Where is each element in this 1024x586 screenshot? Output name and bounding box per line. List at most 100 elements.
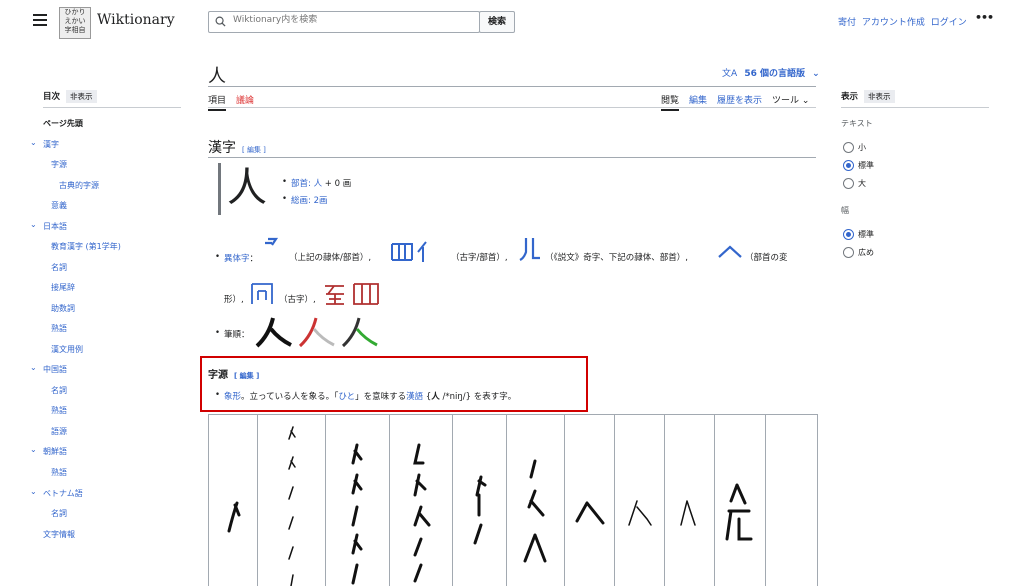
chevron-down-icon[interactable]: ⌄: [30, 487, 37, 496]
stroke-order-label: 筆順：: [215, 328, 249, 340]
section-title: 漢字: [208, 140, 236, 156]
text-size-heading: テキスト: [841, 119, 873, 128]
toc-item[interactable]: 熟語: [51, 405, 67, 416]
toc-item[interactable]: ⌄ 日本語: [30, 220, 67, 232]
width-standard-radio[interactable]: [843, 229, 854, 240]
donate-link[interactable]: 寄付: [838, 18, 856, 28]
strokes-info: 総画: 2画: [282, 194, 328, 206]
section-divider: [208, 157, 816, 158]
page-title: 人: [208, 66, 226, 87]
strokes-link[interactable]: 2画: [314, 196, 328, 206]
translate-icon: 文A: [722, 69, 738, 79]
toc-item[interactable]: 熟語: [51, 467, 67, 478]
etymology-heading: 字源 [ 編集 ]: [208, 366, 259, 381]
variant-line2-start: 形）,: [224, 295, 244, 305]
toc-item[interactable]: ⌄ ベトナム語: [30, 487, 83, 499]
chevron-down-icon[interactable]: ⌄: [30, 445, 37, 454]
variant-glyph-3[interactable]: [518, 236, 542, 266]
chevron-down-icon[interactable]: ⌄: [30, 138, 37, 147]
radical-rest: + 0 画: [322, 179, 352, 189]
etymology-edit-link[interactable]: [ 編集 ]: [234, 372, 259, 380]
display-divider: [841, 107, 989, 108]
toc-item[interactable]: 名詞: [51, 385, 67, 396]
strokes-label-link[interactable]: 総画:: [291, 196, 314, 206]
toc-item[interactable]: 接尾辞: [51, 282, 75, 293]
login-link[interactable]: ログイン: [931, 18, 967, 28]
toc-divider: [43, 107, 181, 108]
variants-label: 異体字：: [215, 252, 258, 264]
tab-article[interactable]: 項目: [208, 93, 227, 111]
variant-glyph-2[interactable]: [390, 240, 440, 266]
radical-link[interactable]: 人: [314, 179, 323, 189]
width-heading: 幅: [841, 206, 849, 215]
toc-item[interactable]: 名詞: [51, 508, 67, 519]
radical-label-link[interactable]: 部首:: [291, 179, 314, 189]
stroke-order-image: [255, 315, 380, 353]
variant-note-2: （古字/部首）,: [451, 253, 508, 263]
toc-item[interactable]: 名詞: [51, 262, 67, 273]
edit-section-link[interactable]: [ 編集 ]: [242, 146, 266, 154]
chevron-down-icon[interactable]: ⌄: [30, 220, 37, 229]
variant-note-4: （部首の変: [745, 253, 788, 263]
tab-tools[interactable]: ツール ⌄: [772, 93, 809, 106]
search-button[interactable]: 検索: [479, 11, 515, 33]
etymology-title: 字源: [208, 370, 228, 381]
ancient-forms-table: [208, 414, 818, 586]
text-size-small-radio[interactable]: [843, 142, 854, 153]
toc-item[interactable]: 字源: [51, 159, 67, 170]
text-size-standard-radio[interactable]: [843, 160, 854, 171]
variant-glyph-5[interactable]: [250, 282, 274, 310]
toc-item[interactable]: 意義: [51, 200, 67, 211]
variant-glyph-1[interactable]: [262, 236, 284, 262]
tab-edit[interactable]: 編集: [689, 93, 707, 106]
toc-item[interactable]: 古典的字源: [59, 180, 99, 191]
toc-hide-button[interactable]: 非表示: [66, 90, 97, 103]
brand-wordmark[interactable]: Wiktionary: [97, 12, 175, 28]
search-icon: [215, 16, 226, 27]
toc-item[interactable]: ⌄ 漢字: [30, 138, 59, 150]
width-wide-radio[interactable]: [843, 247, 854, 258]
variant-note-1: （上記の隷体/部首）,: [289, 253, 372, 263]
toc-item[interactable]: 教育漢字 (第1学年): [51, 241, 121, 252]
toc-item[interactable]: ページ先頭: [43, 118, 83, 129]
logo-text: ひかり えかい 字相自: [64, 8, 86, 34]
variant-glyph-6[interactable]: [322, 282, 382, 310]
chevron-down-icon: ⌄: [812, 69, 820, 79]
title-divider: [208, 86, 816, 87]
user-links: 寄付 アカウント作成 ログイン: [838, 15, 967, 28]
create-account-link[interactable]: アカウント作成: [862, 18, 925, 28]
tab-read[interactable]: 閲覧: [661, 93, 680, 111]
text-size-large-radio[interactable]: [843, 178, 854, 189]
chevron-down-icon[interactable]: ⌄: [30, 363, 37, 372]
search-box[interactable]: [208, 11, 480, 33]
display-hide-button[interactable]: 非表示: [864, 90, 895, 103]
tab-history[interactable]: 履歴を表示: [717, 93, 762, 106]
tab-talk[interactable]: 議論: [236, 93, 254, 106]
toc-item[interactable]: 語源: [51, 426, 67, 437]
variant-glyph-4[interactable]: [717, 244, 743, 263]
variants-link[interactable]: 異体字: [224, 254, 250, 264]
variant-note-3: （《説文》奇字、下記の隷体、部首）,: [545, 253, 688, 263]
variant-note-5: （古字）,: [279, 295, 316, 305]
tabs-divider: [208, 107, 816, 108]
kango-link[interactable]: 漢語: [406, 392, 423, 402]
toc-item[interactable]: 助数詞: [51, 303, 75, 314]
text-size-large-label: 大: [858, 179, 866, 188]
toc-item[interactable]: 文字情報: [43, 529, 75, 540]
toc-item[interactable]: ⌄ 朝鮮語: [30, 445, 67, 457]
hito-link[interactable]: ひと: [338, 392, 355, 402]
toc-item[interactable]: 熟語: [51, 323, 67, 334]
toc-item[interactable]: 漢文用例: [51, 344, 83, 355]
search-input[interactable]: [231, 14, 475, 26]
chevron-down-icon: ⌄: [801, 96, 810, 106]
language-button[interactable]: 文A 56 個の言語版 ⌄: [722, 66, 820, 79]
toc-header: 目次 非表示: [43, 90, 97, 103]
main-menu-button[interactable]: [33, 14, 47, 29]
toc-item[interactable]: ⌄ 中国語: [30, 363, 67, 375]
language-count: 56 個の言語版: [744, 69, 805, 79]
ancient-glyphs: [227, 426, 753, 586]
pictograph-link[interactable]: 象形: [224, 392, 241, 402]
radical-info: 部首: 人 + 0 画: [282, 177, 352, 189]
wiktionary-logo[interactable]: ひかり えかい 字相自: [59, 7, 91, 39]
more-options-icon[interactable]: •••: [975, 11, 994, 24]
